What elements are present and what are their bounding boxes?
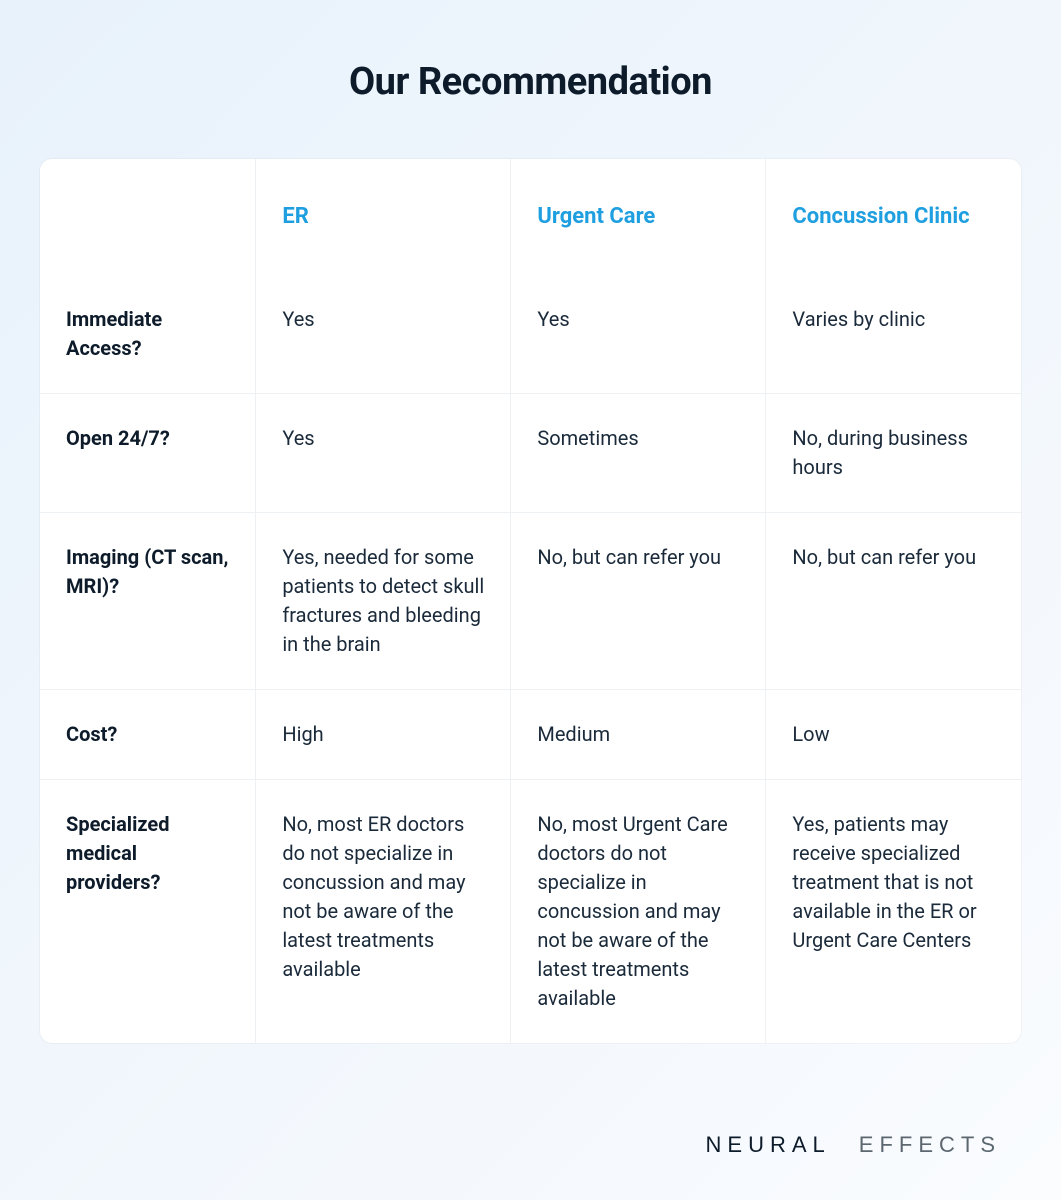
cell: Yes, patients may receive specialized tr…: [766, 779, 1021, 1043]
cell: Varies by clinic: [766, 275, 1021, 394]
cell: No, most ER doctors do not specialize in…: [256, 779, 511, 1043]
table-row: Immediate Access? Yes Yes Varies by clin…: [40, 275, 1021, 394]
comparison-table-wrap: ER Urgent Care Concussion Clinic Immedia…: [40, 159, 1021, 1043]
header-empty: [40, 159, 256, 275]
cell: Yes: [511, 275, 766, 394]
table-row: Cost? High Medium Low: [40, 689, 1021, 779]
cell: High: [256, 689, 511, 779]
cell: Yes: [256, 393, 511, 512]
comparison-table: ER Urgent Care Concussion Clinic Immedia…: [40, 159, 1021, 1043]
cell: No, most Urgent Care doctors do not spec…: [511, 779, 766, 1043]
table-header-row: ER Urgent Care Concussion Clinic: [40, 159, 1021, 275]
cell: Low: [766, 689, 1021, 779]
cell: Sometimes: [511, 393, 766, 512]
row-label: Specialized medical providers?: [40, 779, 256, 1043]
col-header-concussion-clinic: Concussion Clinic: [766, 159, 1021, 275]
col-header-er: ER: [256, 159, 511, 275]
page-title: Our Recommendation: [40, 60, 1021, 104]
table-row: Imaging (CT scan, MRI)? Yes, needed for …: [40, 512, 1021, 689]
cell: No, but can refer you: [766, 512, 1021, 689]
row-label: Open 24/7?: [40, 393, 256, 512]
brand-part2: EFFECTS: [859, 1132, 1001, 1158]
row-label: Immediate Access?: [40, 275, 256, 394]
row-label: Cost?: [40, 689, 256, 779]
brand-part1: NEURAL: [706, 1132, 831, 1158]
cell: No, but can refer you: [511, 512, 766, 689]
cell: Medium: [511, 689, 766, 779]
table-row: Open 24/7? Yes Sometimes No, during busi…: [40, 393, 1021, 512]
brand-logo: NEURAL EFFECTS: [706, 1132, 1001, 1158]
cell: No, during business hours: [766, 393, 1021, 512]
row-label: Imaging (CT scan, MRI)?: [40, 512, 256, 689]
cell: Yes: [256, 275, 511, 394]
col-header-urgent-care: Urgent Care: [511, 159, 766, 275]
table-row: Specialized medical providers? No, most …: [40, 779, 1021, 1043]
cell: Yes, needed for some patients to detect …: [256, 512, 511, 689]
